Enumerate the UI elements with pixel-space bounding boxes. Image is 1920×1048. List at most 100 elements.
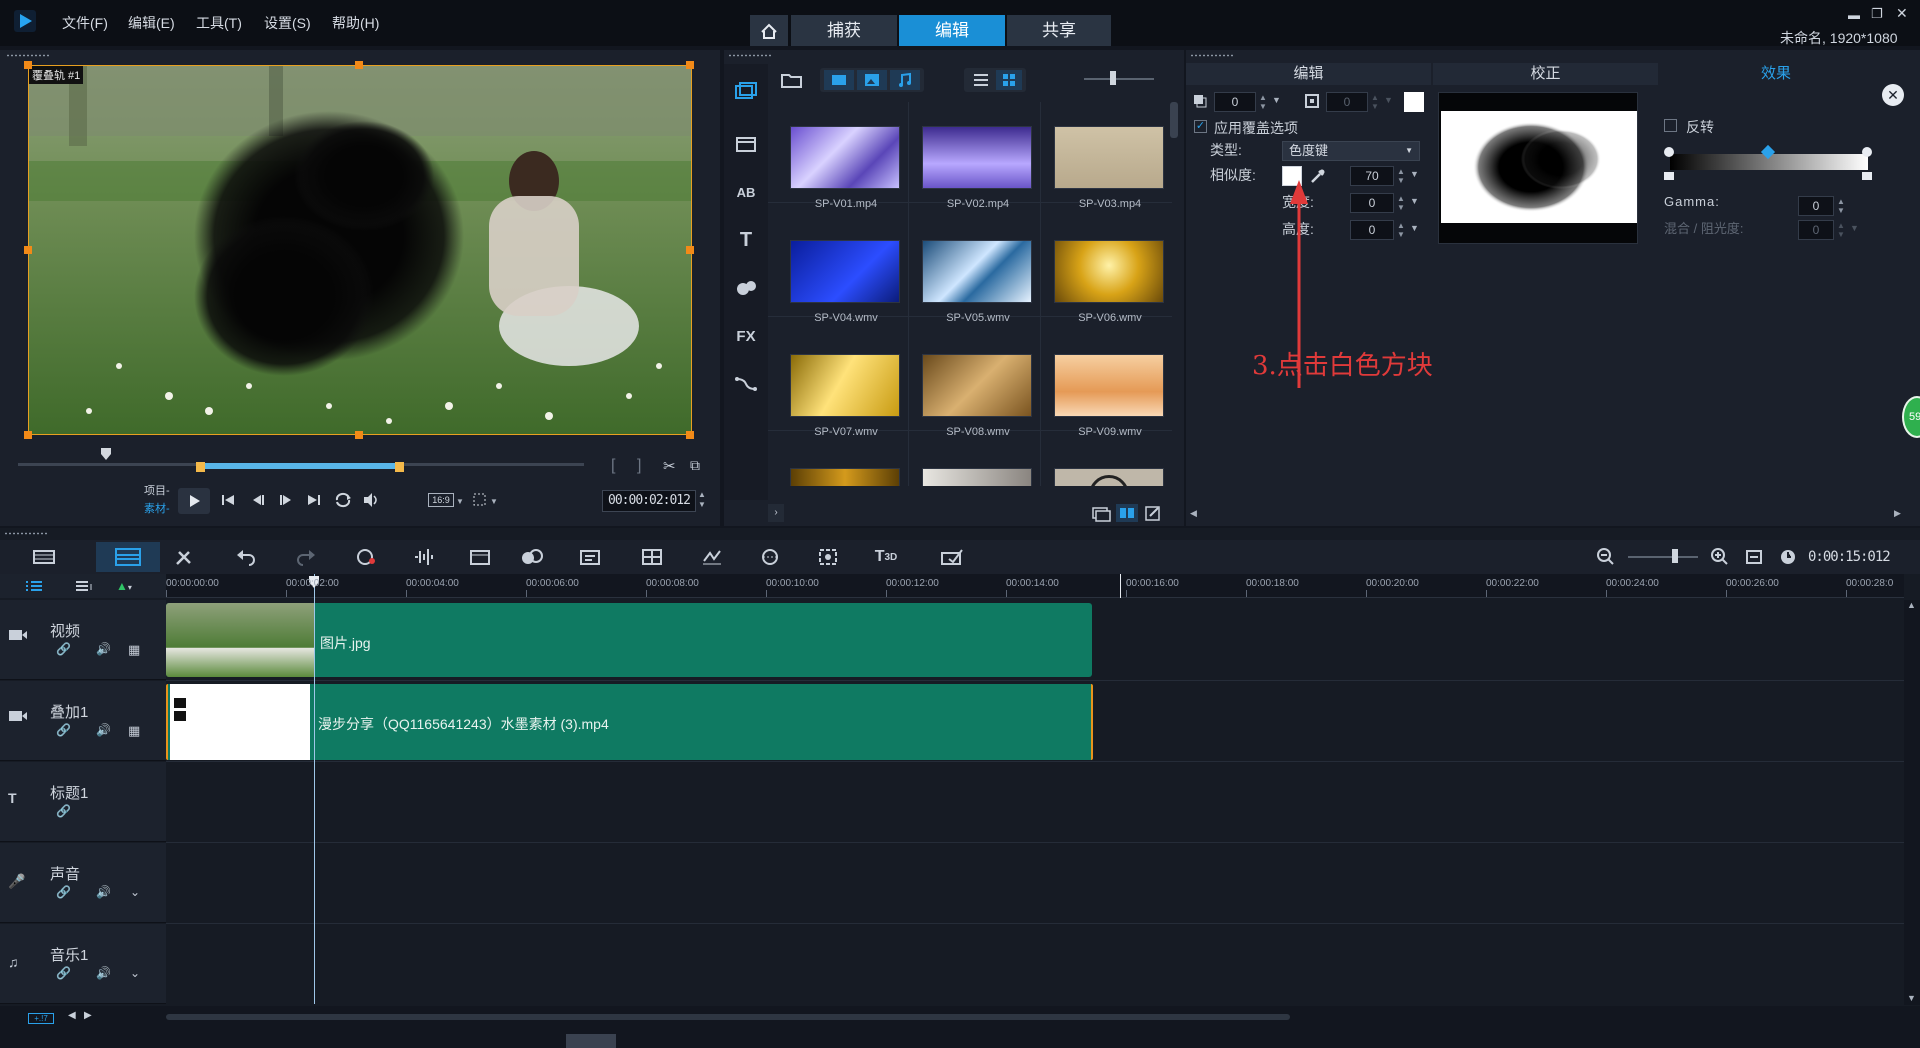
auto-music-icon[interactable] bbox=[466, 545, 494, 569]
width-input[interactable]: 0 bbox=[1350, 193, 1394, 213]
library-item-thumbnail[interactable] bbox=[1054, 126, 1164, 189]
scroll-left-icon[interactable]: ◀ bbox=[1190, 508, 1197, 519]
split-clip-icon[interactable]: ✂ bbox=[663, 457, 676, 475]
resize-handle[interactable] bbox=[686, 431, 694, 439]
library-item-thumbnail[interactable] bbox=[922, 126, 1032, 189]
timeline-horizontal-scrollbar[interactable] bbox=[166, 1014, 1290, 1020]
grid-icon[interactable]: ▦ bbox=[128, 723, 140, 739]
border-input[interactable]: 0 bbox=[1326, 92, 1368, 112]
mute-icon[interactable]: 🔊 bbox=[96, 642, 111, 656]
panel-grip[interactable] bbox=[6, 54, 50, 57]
panel-grip[interactable] bbox=[1190, 54, 1234, 57]
library-item-thumbnail[interactable] bbox=[922, 468, 1032, 486]
storyboard-view-icon[interactable] bbox=[30, 545, 58, 569]
library-item-thumbnail[interactable] bbox=[790, 126, 900, 189]
height-stepper[interactable]: ▲ ▼ bbox=[1396, 221, 1406, 239]
mute-icon[interactable]: 🔊 bbox=[96, 885, 111, 899]
library-item-thumbnail[interactable] bbox=[922, 240, 1032, 303]
restore-button[interactable]: ❐ bbox=[1871, 6, 1883, 22]
mute-icon[interactable]: 🔊 bbox=[96, 723, 111, 737]
chevron-down-icon[interactable]: ▼ bbox=[1410, 169, 1419, 179]
playhead[interactable] bbox=[314, 574, 315, 1004]
tab-capture[interactable]: 捕获 bbox=[791, 15, 897, 46]
previous-frame-icon[interactable] bbox=[250, 492, 266, 508]
thumbnail-size-slider[interactable] bbox=[1084, 78, 1154, 80]
chevron-down-icon[interactable]: ▼ bbox=[1272, 95, 1281, 105]
chevron-down-icon[interactable]: ▼ bbox=[490, 497, 498, 506]
minimize-button[interactable]: ▬ bbox=[1848, 8, 1860, 22]
blend-stepper[interactable]: ▲ ▼ bbox=[1836, 221, 1846, 239]
timecode-field[interactable]: 00:00:02:012 bbox=[602, 490, 696, 512]
width-stepper[interactable]: ▲ ▼ bbox=[1396, 194, 1406, 212]
link-icon[interactable]: 🔗 bbox=[56, 804, 71, 818]
preview-video[interactable]: 覆叠轨 #1 bbox=[28, 65, 692, 435]
library-scrollbar[interactable] bbox=[1170, 102, 1178, 138]
tab-options-edit[interactable]: 编辑 bbox=[1186, 63, 1431, 85]
footer-badge[interactable]: +.!7 bbox=[28, 1013, 54, 1024]
close-button[interactable]: ✕ bbox=[1896, 5, 1908, 22]
gradient-left-handle[interactable] bbox=[1664, 147, 1674, 157]
show-videos-icon[interactable] bbox=[824, 70, 854, 90]
resize-handle[interactable] bbox=[24, 61, 32, 69]
tab-edit[interactable]: 编辑 bbox=[899, 15, 1005, 46]
link-icon[interactable]: 🔗 bbox=[56, 966, 71, 980]
apply-overlay-checkbox[interactable]: ✓ bbox=[1194, 120, 1207, 133]
zoom-out-icon[interactable] bbox=[1592, 545, 1620, 569]
library-item-thumbnail[interactable] bbox=[790, 354, 900, 417]
transparency-input[interactable]: 0 bbox=[1214, 92, 1256, 112]
chapter-point-icon[interactable] bbox=[74, 579, 96, 593]
similarity-input[interactable]: 70 bbox=[1350, 166, 1394, 186]
mute-icon[interactable]: 🔊 bbox=[96, 966, 111, 980]
pan-zoom-icon[interactable] bbox=[814, 545, 842, 569]
aspect-ratio-button[interactable]: 16:9 bbox=[428, 493, 454, 507]
border-stepper[interactable]: ▲ ▼ bbox=[1370, 93, 1380, 111]
panel-grip[interactable] bbox=[4, 532, 48, 535]
expand-options-icon[interactable]: › bbox=[768, 504, 784, 522]
clip-mode-label[interactable]: 素材- bbox=[144, 500, 170, 516]
expand-track-icon[interactable]: ⌄ bbox=[130, 885, 140, 899]
import-folder-icon[interactable] bbox=[778, 68, 806, 92]
transition-icon[interactable]: AB bbox=[732, 180, 760, 204]
menu-tools[interactable]: 工具(T) bbox=[196, 13, 242, 33]
tools-icon[interactable] bbox=[170, 545, 198, 569]
resize-handle[interactable] bbox=[686, 61, 694, 69]
subtitle-editor-icon[interactable] bbox=[576, 545, 604, 569]
link-icon[interactable]: 🔗 bbox=[56, 642, 71, 656]
track-manager-icon[interactable] bbox=[24, 579, 44, 593]
zoom-slider-handle[interactable] bbox=[1672, 549, 1678, 563]
gradient-left-stop[interactable] bbox=[1664, 172, 1674, 180]
resize-handle[interactable] bbox=[355, 431, 363, 439]
show-photos-icon[interactable] bbox=[857, 70, 887, 90]
side-badge[interactable]: 59 bbox=[1902, 396, 1920, 438]
title-text-icon[interactable]: T bbox=[732, 228, 760, 252]
resize-handle[interactable] bbox=[686, 246, 694, 254]
tab-options-correct[interactable]: 校正 bbox=[1433, 63, 1658, 85]
record-capture-icon[interactable] bbox=[352, 545, 380, 569]
scroll-right-icon[interactable]: ▶ bbox=[84, 1010, 92, 1021]
go-to-start-icon[interactable] bbox=[220, 492, 236, 508]
timeline-vertical-scrollbar[interactable]: ▲ ▼ bbox=[1904, 600, 1920, 1005]
filter-fx-icon[interactable]: FX bbox=[732, 324, 760, 348]
speed-remapping-icon[interactable] bbox=[698, 545, 726, 569]
trim-in-handle[interactable] bbox=[196, 462, 205, 472]
project-mode-label[interactable]: 项目- bbox=[144, 482, 170, 498]
volume-icon[interactable] bbox=[362, 491, 380, 509]
media-library-icon[interactable] bbox=[732, 80, 760, 104]
resize-handle[interactable] bbox=[24, 246, 32, 254]
gradient-right-stop[interactable] bbox=[1862, 172, 1872, 180]
similarity-stepper[interactable]: ▲ ▼ bbox=[1396, 167, 1406, 185]
go-to-end-icon[interactable] bbox=[306, 492, 322, 508]
tab-options-effect[interactable]: 效果 bbox=[1660, 63, 1892, 85]
color-grading-icon[interactable] bbox=[938, 545, 966, 569]
library-item-thumbnail[interactable] bbox=[790, 468, 900, 486]
expand-track-icon[interactable]: ⌄ bbox=[130, 966, 140, 980]
multi-camera-icon[interactable] bbox=[638, 545, 666, 569]
undo-icon[interactable] bbox=[232, 545, 260, 569]
crop-tool-icon[interactable] bbox=[472, 492, 490, 508]
sound-mixer-icon[interactable] bbox=[410, 545, 438, 569]
library-item-thumbnail[interactable]: 5 bbox=[1054, 468, 1164, 486]
menu-file[interactable]: 文件(F) bbox=[62, 13, 108, 33]
chevron-down-icon[interactable]: ▼ bbox=[1384, 95, 1393, 105]
splitter-handle[interactable] bbox=[566, 1034, 616, 1048]
tab-share[interactable]: 共享 bbox=[1007, 15, 1111, 46]
